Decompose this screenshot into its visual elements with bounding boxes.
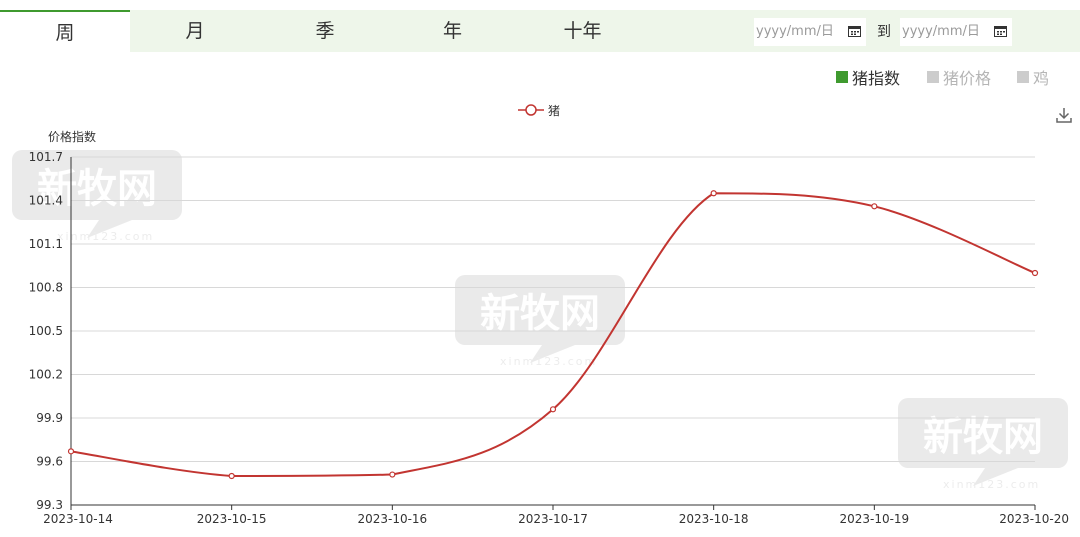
watermark-url: xinm123.com [943, 478, 1040, 491]
y-tick-label: 101.7 [29, 150, 63, 164]
toggle-label: 猪价格 [943, 69, 992, 88]
x-tick-label: 2023-10-20 [999, 512, 1069, 526]
x-tick-label: 2023-10-16 [357, 512, 427, 526]
y-tick-label: 100.5 [29, 324, 63, 338]
watermark-url: xinm123.com [500, 355, 597, 368]
tab-year[interactable]: 年 [390, 10, 515, 52]
data-point [871, 203, 878, 210]
date-range-to-label: 到 [877, 24, 891, 40]
series-line-pig [70, 192, 1036, 478]
toggle-pig-index[interactable]: 猪指数 [836, 66, 900, 88]
watermark-brand: 新牧网 [480, 291, 600, 337]
legend-series-label: 猪 [548, 103, 561, 118]
end-date-input[interactable]: yyyy/mm/日 [900, 18, 1012, 46]
watermark-brand: 新牧网 [37, 166, 157, 212]
y-tick-label: 99.6 [36, 455, 63, 469]
toggle-label: 鸡 [1033, 69, 1050, 88]
legend-line-marker-icon [518, 104, 544, 116]
watermark-logo: 新牧网 xinm123.com [898, 398, 1068, 491]
watermark-logo: 新牧网 xinm123.com [455, 275, 625, 368]
x-tick-label: 2023-10-19 [839, 512, 909, 526]
data-point [228, 472, 235, 480]
data-point [549, 406, 557, 413]
data-point [67, 448, 75, 455]
end-date-placeholder: yyyy/mm/日 [902, 24, 980, 39]
tab-decade[interactable]: 十年 [515, 10, 650, 52]
watermark-brand: 新牧网 [923, 414, 1043, 460]
series-legend[interactable]: 猪 [518, 100, 560, 120]
line-chart: 新牧网 xinm123.com 新牧网 xinm123.com 新牧网 xinm123.c… [12, 129, 1069, 526]
toggle-pig-price[interactable]: 猪价格 [927, 66, 991, 88]
watermark-logo: 新牧网 xinm123.com [12, 150, 182, 243]
tab-week[interactable]: 周 [0, 10, 130, 52]
y-axis-label: 价格指数 [48, 129, 96, 144]
tab-month[interactable]: 月 [130, 10, 260, 52]
period-tab-bar: 周 月 季 年 十年 yyyy/mm/日 到 yyyy/mm/日 [0, 10, 1080, 52]
y-tick-label: 101.4 [29, 194, 63, 208]
toggle-swatch [836, 71, 848, 83]
x-tick-label: 2023-10-14 [43, 512, 113, 526]
y-tick-label: 99.9 [36, 411, 63, 425]
toggle-chicken[interactable]: 鸡 [1017, 66, 1049, 88]
x-tick-label: 2023-10-18 [679, 512, 749, 526]
start-date-input[interactable]: yyyy/mm/日 [754, 18, 866, 46]
tab-quarter[interactable]: 季 [260, 10, 390, 52]
y-tick-label: 99.3 [36, 498, 63, 512]
data-point [389, 471, 396, 478]
start-date-placeholder: yyyy/mm/日 [756, 24, 834, 39]
download-icon[interactable] [1055, 106, 1073, 124]
data-point [1031, 269, 1039, 277]
watermark-url: xinm123.com [57, 230, 154, 243]
calendar-icon[interactable] [848, 25, 861, 37]
toggle-swatch [1017, 71, 1029, 83]
y-tick-label: 101.1 [29, 237, 63, 251]
x-tick-label: 2023-10-17 [518, 512, 588, 526]
toggle-label: 猪指数 [852, 69, 901, 88]
calendar-icon[interactable] [994, 25, 1007, 37]
toggle-swatch [927, 71, 939, 83]
y-tick-label: 100.2 [29, 368, 63, 382]
y-tick-label: 100.8 [29, 281, 63, 295]
x-tick-label: 2023-10-15 [197, 512, 267, 526]
data-point [710, 190, 717, 197]
